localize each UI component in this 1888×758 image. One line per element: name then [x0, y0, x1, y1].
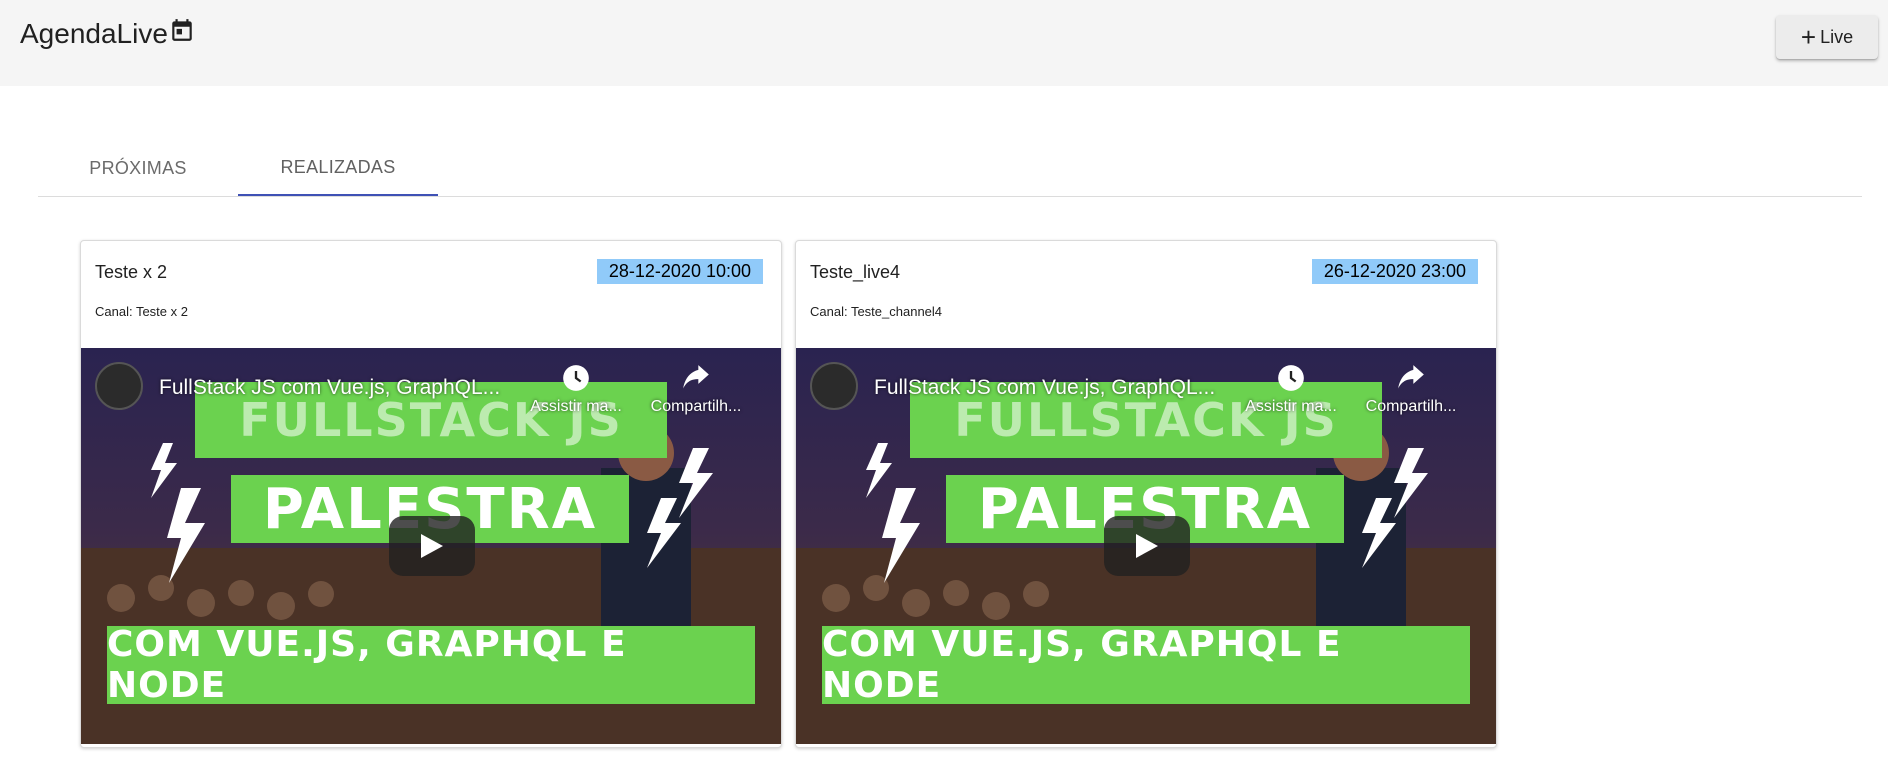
tab-realizadas[interactable]: Realizadas [238, 140, 438, 196]
add-live-button[interactable]: + Live [1776, 15, 1878, 59]
clock-icon [1278, 365, 1304, 391]
plus-icon: + [1800, 22, 1817, 52]
add-live-label: Live [1820, 26, 1854, 47]
watch-later-button[interactable]: Assistir ma... [1236, 364, 1346, 416]
app-bar: AgendaLive + Live [0, 0, 1888, 86]
watch-later-label: Assistir ma... [530, 398, 622, 415]
share-label: Compartilh... [650, 398, 742, 415]
play-icon [421, 534, 443, 558]
app-title-text: AgendaLive [20, 18, 168, 49]
share-button[interactable]: Compartilh... [1356, 364, 1466, 416]
video-embed[interactable]: FULLSTACK JS PALESTRA COM VUE.JS, GRAPHQ… [796, 348, 1496, 744]
live-title: Teste_live4 [810, 262, 901, 282]
play-button[interactable] [1104, 516, 1190, 576]
tab-proximas[interactable]: Próximas [38, 140, 238, 197]
calendar-icon [172, 19, 192, 41]
play-icon [1136, 534, 1158, 558]
video-title[interactable]: FullStack JS com Vue.js, GraphQL... [159, 376, 500, 400]
share-label: Compartilh... [1365, 398, 1457, 415]
live-date-badge: 28-12-2020 10:00 [596, 259, 763, 284]
share-button[interactable]: Compartilh... [641, 364, 751, 416]
live-card: Teste_live4 26-12-2020 23:00 Canal: Test… [795, 240, 1497, 748]
clock-icon [563, 365, 589, 391]
thumbnail-band-bottom: COM VUE.JS, GRAPHQL E NODE [822, 624, 1470, 706]
watch-later-label: Assistir ma... [1245, 398, 1337, 415]
live-card: Teste x 2 28-12-2020 10:00 Canal: Teste … [80, 240, 782, 748]
live-date-badge: 26-12-2020 23:00 [1311, 259, 1478, 284]
video-title[interactable]: FullStack JS com Vue.js, GraphQL... [874, 376, 1215, 400]
channel-avatar[interactable] [810, 362, 858, 410]
share-icon [683, 365, 709, 389]
share-icon [1398, 365, 1424, 389]
thumbnail-band-bottom: COM VUE.JS, GRAPHQL E NODE [107, 624, 755, 706]
app-title: AgendaLive [20, 18, 195, 50]
watch-later-button[interactable]: Assistir ma... [521, 364, 631, 416]
play-button[interactable] [389, 516, 475, 576]
tab-bar: Próximas Realizadas [38, 140, 1862, 197]
live-channel: Canal: Teste x 2 [95, 304, 188, 319]
live-title: Teste x 2 [95, 262, 168, 282]
channel-avatar[interactable] [95, 362, 143, 410]
video-embed[interactable]: FULLSTACK JS PALESTRA COM VUE.JS, GRAPHQ… [81, 348, 781, 744]
live-channel: Canal: Teste_channel4 [810, 304, 943, 319]
